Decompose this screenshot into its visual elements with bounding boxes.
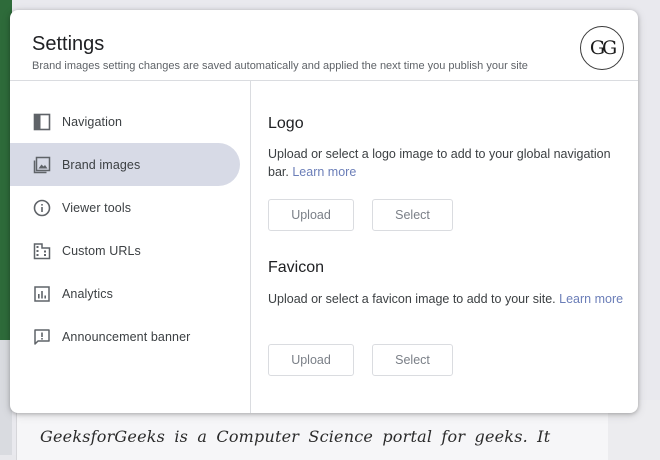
announcement-icon [32, 327, 52, 347]
sidebar-item-label: Custom URLs [62, 243, 141, 258]
sidebar-item-label: Navigation [62, 114, 123, 129]
logo-select-button[interactable]: Select [372, 199, 453, 231]
sidebar-item-analytics[interactable]: Analytics [10, 272, 240, 315]
sidebar-item-announcement-banner[interactable]: Announcement banner [10, 315, 240, 358]
sidebar-item-label: Brand images [62, 157, 141, 172]
logo-section-title: Logo [268, 115, 304, 132]
favicon-learn-more-link[interactable]: Learn more [559, 292, 623, 306]
domain-building-icon [32, 241, 52, 261]
favicon-section-description: Upload or select a favicon image to add … [268, 290, 630, 308]
sidebar-item-label: Analytics [62, 286, 113, 301]
sidebar-item-navigation[interactable]: Navigation [10, 100, 240, 143]
settings-dialog: Settings Brand images setting changes ar… [10, 10, 638, 413]
sidebar-item-custom-urls[interactable]: Custom URLs [10, 229, 240, 272]
favicon-upload-button[interactable]: Upload [268, 344, 354, 376]
favicon-description-text: Upload or select a favicon image to add … [268, 292, 556, 306]
sidebar-item-label: Announcement banner [62, 329, 191, 344]
favicon-select-button[interactable]: Select [372, 344, 453, 376]
sidebar-item-label: Viewer tools [62, 200, 132, 215]
settings-main-panel: Logo Upload or select a logo image to ad… [268, 81, 638, 413]
logo-learn-more-link[interactable]: Learn more [292, 165, 356, 179]
image-icon [32, 155, 52, 175]
info-icon [32, 198, 52, 218]
sidebar-item-viewer-tools[interactable]: Viewer tools [10, 186, 240, 229]
site-logo-avatar: GG [580, 26, 624, 70]
logo-section-description: Upload or select a logo image to add to … [268, 145, 630, 181]
dialog-title: Settings [32, 33, 105, 55]
dialog-header: Settings Brand images setting changes ar… [10, 10, 638, 81]
background-paragraph-text: GeeksforGeeks is a Computer Science port… [40, 427, 551, 446]
settings-sidebar: Navigation Brand images Viewer tools Cus… [10, 81, 251, 413]
analytics-chart-icon [32, 284, 52, 304]
dialog-subtitle: Brand images setting changes are saved a… [32, 60, 528, 72]
navigation-layout-icon [32, 112, 52, 132]
sidebar-item-brand-images[interactable]: Brand images [10, 143, 240, 186]
favicon-section-title: Favicon [268, 259, 325, 276]
logo-upload-button[interactable]: Upload [268, 199, 354, 231]
